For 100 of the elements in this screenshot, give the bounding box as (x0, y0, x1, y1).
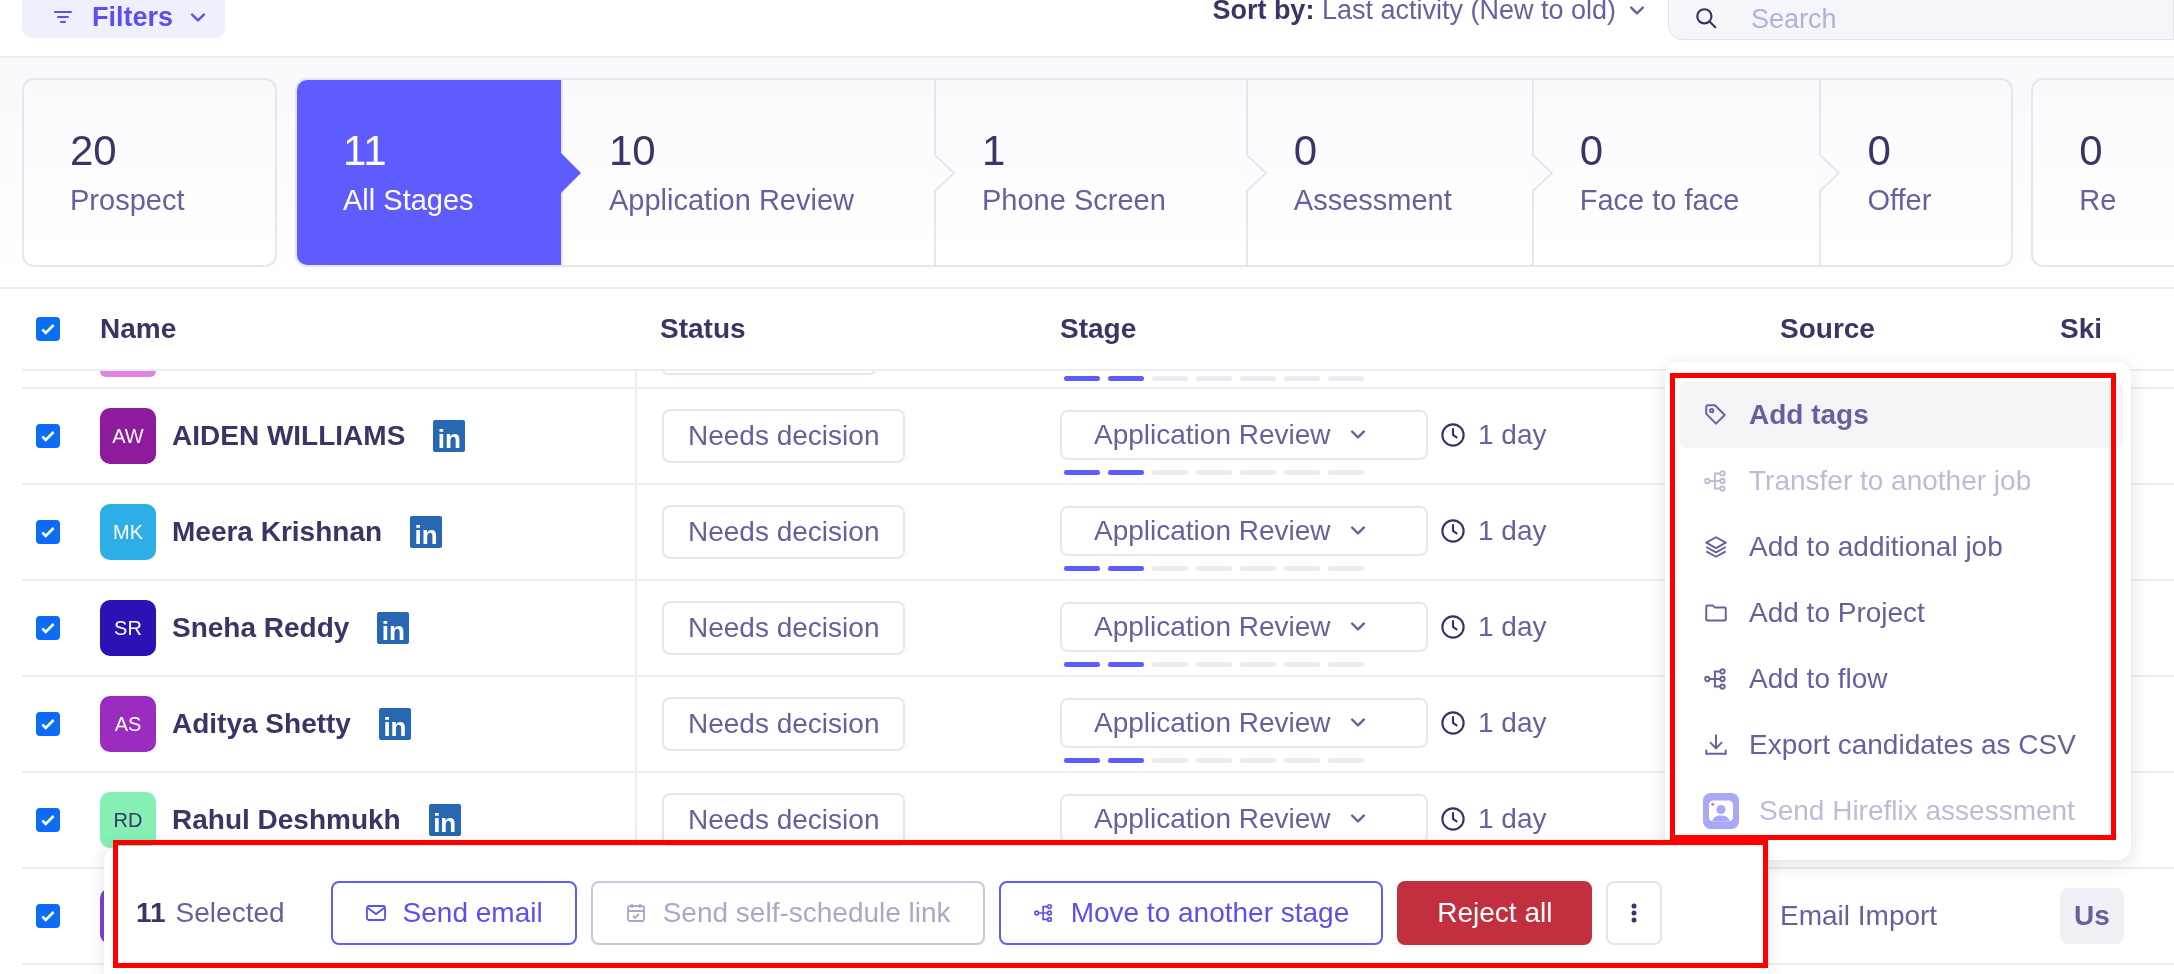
clock-icon (1440, 709, 1466, 736)
skill-tag: Us (2060, 888, 2124, 944)
avatar: AW (100, 408, 156, 464)
download-icon (1703, 732, 1729, 758)
linkedin-icon[interactable]: in (378, 708, 411, 740)
stage-label: Face to face (1579, 184, 1740, 218)
flow-icon (1032, 902, 1055, 924)
stage-label: Offer (1867, 184, 1932, 218)
column-header: Stage (1060, 313, 1137, 345)
checkbox[interactable] (36, 712, 60, 736)
stage-tab[interactable]: 0 Offer (1819, 80, 2012, 265)
status-tag: Needs decision (662, 697, 906, 751)
chevron-down-icon (1630, 5, 1644, 15)
checkbox[interactable] (36, 520, 60, 544)
menu-item[interactable]: Add tags (1679, 382, 2123, 448)
stage-count: 20 (70, 127, 118, 175)
calendar-icon (624, 902, 647, 924)
stage-label: Application Review (609, 184, 854, 218)
stage-label: Assessment (1293, 184, 1452, 218)
column-header: Status (660, 313, 746, 345)
layers-icon (1703, 534, 1729, 560)
clock-icon (1440, 613, 1466, 640)
menu-item[interactable]: Add to flow (1679, 646, 2123, 712)
action-button[interactable]: Move to another stage (998, 881, 1384, 945)
step-arrow-icon (1245, 152, 1268, 193)
time-in-stage: 1 day (1478, 706, 1547, 739)
candidate-name[interactable]: Rahul Deshmukh (172, 804, 401, 836)
stage-dropdown[interactable]: Application Review (1060, 697, 1428, 748)
time-in-stage: 1 day (1478, 610, 1547, 643)
menu-item[interactable]: Add to Project (1679, 580, 2123, 646)
action-button[interactable]: Send email (330, 881, 577, 945)
checkbox[interactable] (36, 424, 60, 448)
stage-count: 0 (2079, 127, 2104, 175)
time-in-stage: 1 day (1478, 514, 1547, 547)
checkbox[interactable] (36, 808, 60, 832)
checkbox[interactable] (36, 616, 60, 640)
stage-card-content[interactable]: 0 Re (2033, 80, 2174, 265)
menu-item[interactable]: Add to additional job (1679, 514, 2123, 580)
avatar: MK (100, 504, 156, 560)
stage-count: 0 (1293, 127, 1319, 175)
time-in-stage: 1 day (1478, 802, 1547, 835)
clock-icon (1440, 517, 1466, 544)
stage-count: 10 (609, 127, 657, 175)
search-icon (1694, 6, 1718, 30)
candidate-name[interactable]: Aditya Shetty (172, 708, 351, 740)
clock-icon (1440, 805, 1466, 832)
status-tag: Needs decision (662, 601, 906, 655)
linkedin-icon[interactable]: in (433, 420, 466, 452)
stage-tab[interactable]: 11 All Stages (297, 80, 561, 265)
linkedin-icon[interactable]: in (410, 516, 443, 548)
chevron-down-icon (1350, 526, 1365, 535)
flow-icon (1703, 666, 1729, 692)
more-icon (1630, 902, 1639, 924)
reject-button[interactable]: Reject all (1397, 881, 1593, 945)
stage-label: Re (2079, 184, 2118, 218)
candidate-name[interactable]: Sneha Reddy (172, 612, 350, 644)
sort-dropdown[interactable]: Sort by: Last activity (New to old) (1212, 0, 1644, 26)
stage-count: 1 (982, 127, 1007, 175)
avatar: SR (100, 600, 156, 656)
stage-label: Phone Screen (982, 184, 1166, 218)
stage-card-content[interactable]: 20 Prospect (24, 80, 275, 265)
stage-count: 0 (1867, 127, 1892, 175)
chevron-down-icon (1350, 430, 1365, 439)
status-tag: Needs decision (662, 409, 906, 463)
column-header: Name (100, 313, 177, 345)
step-arrow-icon (561, 152, 583, 193)
checkbox[interactable] (36, 317, 60, 341)
step-arrow-icon (1819, 152, 1842, 193)
stage-label: All Stages (343, 184, 475, 218)
status-tag: Needs decision (662, 505, 906, 559)
selected-count: 11 Selected (136, 896, 285, 930)
menu-item[interactable]: Export candidates as CSV (1679, 712, 2123, 778)
stage-count: 11 (343, 127, 388, 175)
step-arrow-icon (934, 152, 956, 193)
camera-app-icon (1703, 793, 1739, 829)
clock-icon (1440, 421, 1466, 448)
flow-icon (1703, 468, 1729, 494)
candidate-name[interactable]: AIDEN WILLIAMS (172, 420, 406, 452)
stage-dropdown[interactable]: Application Review (1060, 409, 1428, 460)
column-header: Ski (2060, 313, 2103, 344)
candidate-name[interactable]: Meera Krishnan (172, 516, 383, 548)
chevron-down-icon (1350, 718, 1365, 727)
linkedin-icon[interactable]: in (377, 612, 410, 644)
chevron-down-icon (191, 12, 206, 22)
time-in-stage: 1 day (1478, 418, 1547, 451)
chevron-down-icon (1350, 814, 1365, 823)
step-arrow-icon (1531, 152, 1554, 193)
stage-count: 0 (1579, 127, 1605, 175)
source-text: Email Import (1780, 900, 1938, 932)
mail-icon (364, 902, 387, 924)
stage-label: Prospect (70, 184, 186, 218)
stage-dropdown[interactable]: Application Review (1060, 601, 1428, 652)
stage-dropdown[interactable]: Application Review (1060, 505, 1428, 556)
filters-button[interactable]: Filters (22, 0, 225, 38)
search-field[interactable]: Search (1668, 0, 2174, 40)
chevron-down-icon (1350, 622, 1365, 631)
checkbox[interactable] (36, 904, 60, 928)
avatar: AS (100, 696, 156, 752)
linkedin-icon[interactable]: in (428, 804, 461, 836)
column-header: Source (1780, 313, 1875, 345)
